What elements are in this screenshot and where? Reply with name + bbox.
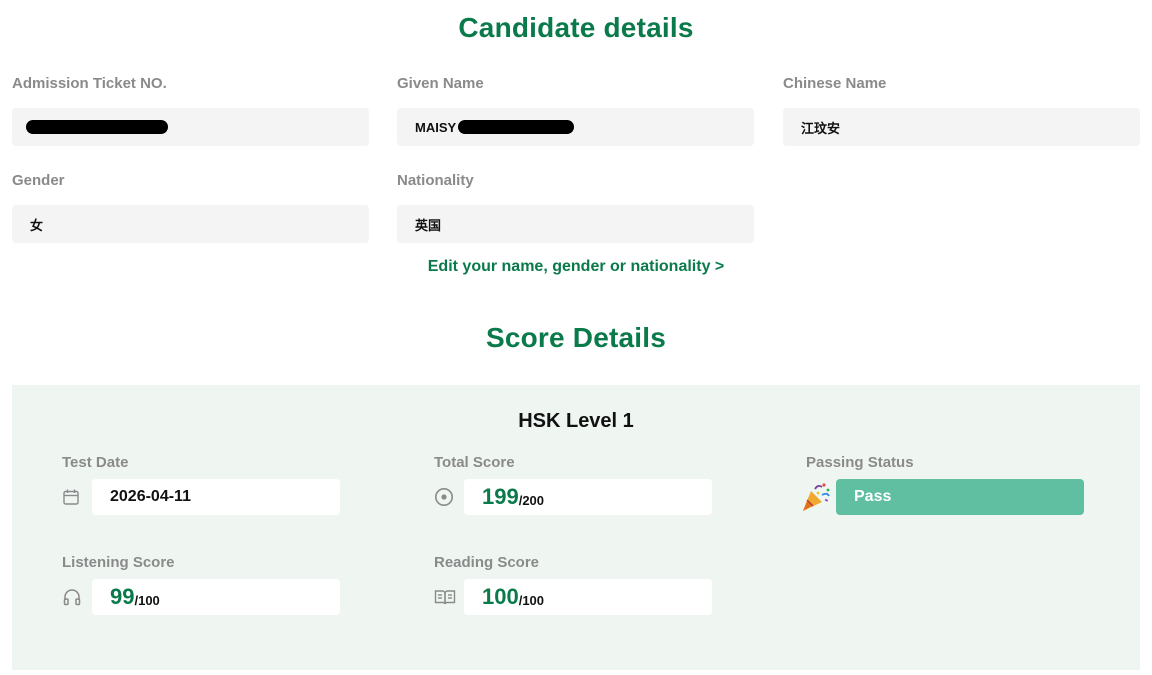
listening-score-label: Listening Score	[62, 554, 175, 571]
score-details-title: Score Details	[485, 322, 667, 353]
given-name-value: MAISY	[397, 108, 754, 146]
reading-score-max: /100	[518, 593, 545, 608]
calendar-icon	[62, 479, 92, 515]
total-score-label: Total Score	[434, 454, 515, 471]
book-icon	[434, 579, 464, 615]
chinese-name-text: 江玟安	[801, 120, 841, 136]
edit-profile-link[interactable]: Edit your name, gender or nationality >	[0, 258, 1152, 276]
candidate-details-title: Candidate details	[458, 12, 694, 43]
total-score-max: /200	[518, 493, 545, 508]
chinese-name-field: Chinese Name 江玟安	[783, 74, 1140, 146]
reading-score-label: Reading Score	[434, 554, 540, 571]
total-score-stat: Total Score 199/200	[434, 453, 712, 515]
reading-score-box: 100/100	[464, 579, 712, 615]
chinese-name-value: 江玟安	[783, 108, 1140, 146]
nationality-value: 英国	[397, 205, 754, 243]
gender-value: 女	[12, 205, 369, 243]
reading-score-stat: Reading Score 100/100	[434, 553, 712, 615]
given-name-label: Given Name	[397, 75, 484, 92]
passing-status-label: Passing Status	[806, 454, 914, 471]
redaction-bar	[458, 120, 575, 134]
score-panel: HSK Level 1 Test Date 2026-04-11 Total S…	[12, 385, 1140, 670]
listening-score-max: /100	[134, 593, 160, 608]
redaction-bar	[26, 120, 168, 134]
given-name-field: Given Name MAISY	[397, 74, 754, 146]
admission-ticket-field: Admission Ticket NO.	[12, 74, 369, 146]
passing-status-stat: Passing Status Pass	[800, 453, 1084, 515]
headphones-icon	[62, 579, 92, 615]
gender-field: Gender 女	[12, 171, 369, 243]
nationality-field: Nationality 英国	[397, 171, 754, 243]
test-date-box: 2026-04-11	[92, 479, 340, 515]
gender-label: Gender	[12, 172, 65, 189]
listening-score-stat: Listening Score 99/100	[62, 553, 340, 615]
admission-ticket-label: Admission Ticket NO.	[12, 75, 167, 92]
reading-score-value: 100	[482, 584, 519, 609]
total-score-value: 199	[482, 484, 519, 509]
pass-badge: Pass	[836, 479, 1084, 515]
hsk-level-title: HSK Level 1	[518, 410, 634, 432]
admission-ticket-value	[12, 108, 369, 146]
party-popper-icon	[800, 479, 836, 515]
chinese-name-label: Chinese Name	[783, 75, 887, 92]
test-date-stat: Test Date 2026-04-11	[62, 453, 340, 515]
nationality-label: Nationality	[397, 172, 474, 189]
target-icon	[434, 479, 464, 515]
gender-text: 女	[30, 217, 44, 233]
nationality-text: 英国	[415, 217, 442, 233]
total-score-box: 199/200	[464, 479, 712, 515]
test-date-value: 2026-04-11	[110, 488, 191, 505]
test-date-label: Test Date	[62, 454, 129, 471]
given-name-text: MAISY	[415, 119, 457, 135]
listening-score-box: 99/100	[92, 579, 340, 615]
listening-score-value: 99	[110, 584, 135, 609]
